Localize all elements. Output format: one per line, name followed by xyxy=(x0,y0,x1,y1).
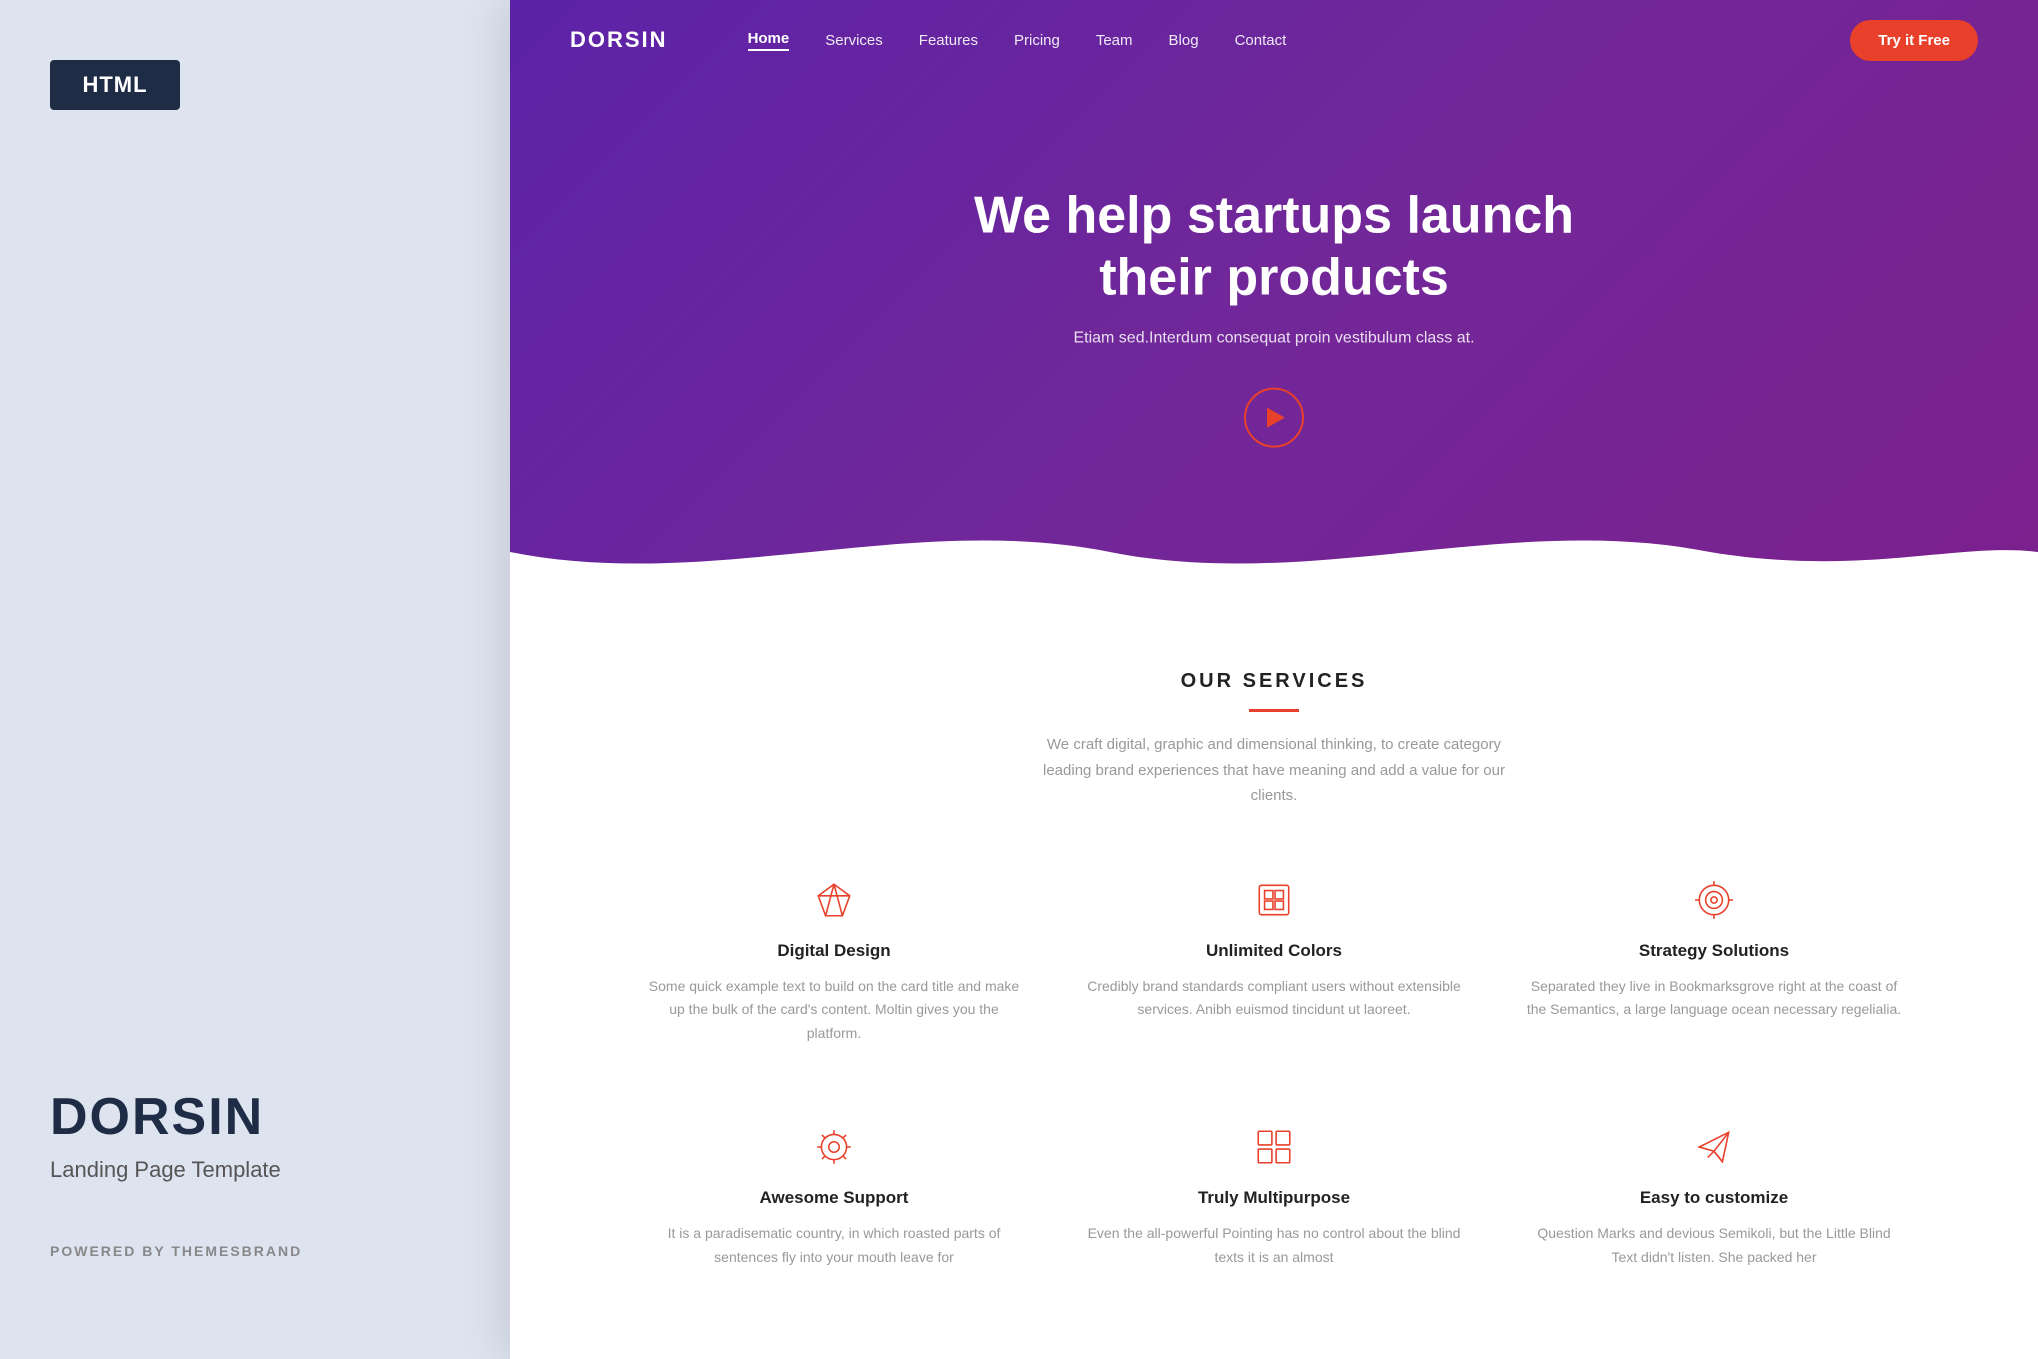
html-badge: HTML xyxy=(50,60,180,110)
browser-window: DORSIN Home Services Features Pricing Te… xyxy=(510,0,2038,1359)
target-icon xyxy=(1693,879,1735,921)
diamond-icon xyxy=(813,879,855,921)
service-title-2: Unlimited Colors xyxy=(1084,941,1464,961)
service-title-6: Easy to customize xyxy=(1524,1188,1904,1208)
navbar: DORSIN Home Services Features Pricing Te… xyxy=(510,0,2038,80)
services-label: OUR SERVICES xyxy=(570,670,1978,693)
left-panel: HTML DORSIN Landing Page Template POWERE… xyxy=(0,0,510,1359)
service-text-4: It is a paradisematic country, in which … xyxy=(644,1222,1024,1270)
services-divider xyxy=(1249,709,1299,712)
nav-link-home[interactable]: Home xyxy=(748,30,790,51)
service-title-4: Awesome Support xyxy=(644,1188,1024,1208)
nav-link-team[interactable]: Team xyxy=(1096,32,1133,49)
play-icon xyxy=(1267,407,1285,427)
nav-link-pricing[interactable]: Pricing xyxy=(1014,32,1060,49)
services-header: OUR SERVICES We craft digital, graphic a… xyxy=(570,670,1978,809)
service-text-3: Separated they live in Bookmarksgrove ri… xyxy=(1524,975,1904,1023)
service-item-multipurpose: Truly Multipurpose Even the all-powerful… xyxy=(1064,1106,1484,1290)
service-item-unlimited-colors: Unlimited Colors Credibly brand standard… xyxy=(1064,859,1484,1066)
nav-links: Home Services Features Pricing Team Blog… xyxy=(748,30,1851,51)
service-item-customize: Easy to customize Question Marks and dev… xyxy=(1504,1106,1924,1290)
service-title-1: Digital Design xyxy=(644,941,1024,961)
hero-subtitle: Etiam sed.Interdum consequat proin vesti… xyxy=(924,329,1624,347)
hero-section: DORSIN Home Services Features Pricing Te… xyxy=(510,0,2038,590)
brand-subtitle: Landing Page Template xyxy=(50,1157,302,1183)
service-item-digital-design: Digital Design Some quick example text t… xyxy=(624,859,1044,1066)
play-button[interactable] xyxy=(1244,387,1304,447)
hero-content: We help startups launch their products E… xyxy=(924,185,1624,448)
plane-icon xyxy=(1693,1126,1735,1168)
services-description: We craft digital, graphic and dimensiona… xyxy=(1024,732,1524,809)
service-text-5: Even the all-powerful Pointing has no co… xyxy=(1084,1222,1464,1270)
nav-link-features[interactable]: Features xyxy=(919,32,978,49)
nav-logo[interactable]: DORSIN xyxy=(570,27,668,53)
nav-link-services[interactable]: Services xyxy=(825,32,883,49)
hero-title: We help startups launch their products xyxy=(924,185,1624,310)
services-section: OUR SERVICES We craft digital, graphic a… xyxy=(510,590,2038,1349)
service-title-5: Truly Multipurpose xyxy=(1084,1188,1464,1208)
nav-link-blog[interactable]: Blog xyxy=(1169,32,1199,49)
powered-by: POWERED BY THEMESBRAND xyxy=(50,1243,302,1259)
palette-icon xyxy=(1253,879,1295,921)
service-item-strategy: Strategy Solutions Separated they live i… xyxy=(1504,859,1924,1066)
brand-title: DORSIN xyxy=(50,1087,302,1147)
service-title-3: Strategy Solutions xyxy=(1524,941,1904,961)
nav-link-contact[interactable]: Contact xyxy=(1235,32,1287,49)
service-text-1: Some quick example text to build on the … xyxy=(644,975,1024,1046)
try-it-free-button[interactable]: Try it Free xyxy=(1850,20,1978,61)
service-text-2: Credibly brand standards compliant users… xyxy=(1084,975,1464,1023)
grid-icon xyxy=(1253,1126,1295,1168)
service-item-support: Awesome Support It is a paradisematic co… xyxy=(624,1106,1044,1290)
services-grid: Digital Design Some quick example text t… xyxy=(624,859,1924,1290)
service-text-6: Question Marks and devious Semikoli, but… xyxy=(1524,1222,1904,1270)
hero-wave xyxy=(510,512,2038,590)
left-bottom: DORSIN Landing Page Template POWERED BY … xyxy=(50,1087,302,1259)
settings-icon xyxy=(813,1126,855,1168)
